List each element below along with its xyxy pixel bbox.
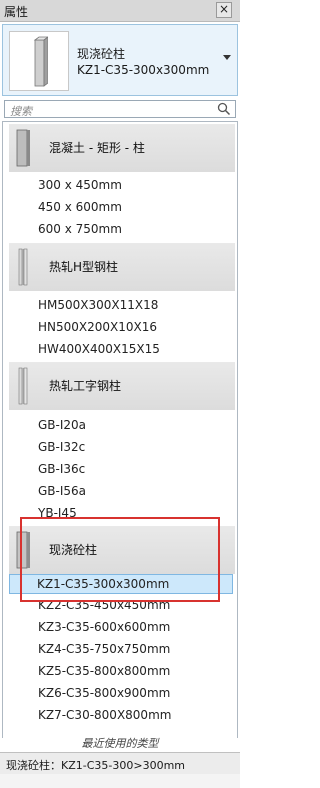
concrete-column-icon bbox=[16, 129, 30, 167]
type-name-label: KZ1-C35-300x300mm bbox=[77, 63, 210, 77]
search-field[interactable]: 搜索 bbox=[4, 100, 236, 118]
list-item[interactable]: GB-I56a bbox=[38, 484, 86, 498]
search-icon[interactable] bbox=[217, 102, 231, 116]
list-item[interactable]: HM500X300X11X18 bbox=[38, 298, 158, 312]
list-item[interactable]: HN500X200X10X16 bbox=[38, 320, 157, 334]
bottom-strip bbox=[0, 774, 240, 788]
list-item[interactable]: GB-I20a bbox=[38, 418, 86, 432]
group-header-concrete-rect: 混凝土 - 矩形 - 柱 bbox=[9, 124, 235, 172]
list-item[interactable]: KZ7-C30-800X800mm bbox=[38, 708, 171, 722]
status-bar: 现浇砼柱：KZ1-C35-300>300mm bbox=[0, 752, 240, 774]
list-item[interactable]: GB-I36c bbox=[38, 462, 85, 476]
properties-title-bar: 属性 × bbox=[0, 0, 240, 22]
i-beam-column-icon bbox=[18, 367, 28, 405]
list-item[interactable]: 450 x 600mm bbox=[38, 200, 122, 214]
type-preview-thumbnail bbox=[9, 31, 69, 91]
chevron-down-icon[interactable] bbox=[223, 55, 231, 60]
group-label: 热轧H型钢柱 bbox=[49, 260, 119, 274]
highlight-annotation-box bbox=[20, 517, 220, 602]
list-item[interactable]: GB-I32c bbox=[38, 440, 85, 454]
list-item[interactable]: HW400X400X15X15 bbox=[38, 342, 160, 356]
list-item[interactable]: KZ4-C35-750x750mm bbox=[38, 642, 170, 656]
h-steel-column-icon bbox=[18, 248, 28, 286]
type-selector[interactable]: 现浇砼柱 KZ1-C35-300x300mm bbox=[2, 24, 238, 96]
panel-title: 属性 bbox=[4, 5, 29, 19]
column-preview-icon bbox=[33, 36, 48, 87]
list-item[interactable]: KZ6-C35-800x900mm bbox=[38, 686, 170, 700]
type-list[interactable]: 混凝土 - 矩形 - 柱 300 x 450mm 450 x 600mm 600… bbox=[2, 121, 238, 738]
list-item[interactable]: 300 x 450mm bbox=[38, 178, 122, 192]
group-header-h-steel: 热轧H型钢柱 bbox=[9, 243, 235, 291]
type-family-label: 现浇砼柱 bbox=[77, 47, 126, 61]
group-header-i-beam: 热轧工字钢柱 bbox=[9, 362, 235, 410]
search-placeholder: 搜索 bbox=[10, 105, 32, 118]
list-item[interactable]: KZ5-C35-800x800mm bbox=[38, 664, 170, 678]
recent-types-label[interactable]: 最近使用的类型 bbox=[3, 735, 237, 751]
close-button[interactable]: × bbox=[216, 2, 232, 18]
group-label: 混凝土 - 矩形 - 柱 bbox=[49, 141, 145, 155]
status-text: 现浇砼柱：KZ1-C35-300>300mm bbox=[6, 759, 186, 772]
group-label: 热轧工字钢柱 bbox=[49, 379, 122, 393]
list-item[interactable]: KZ3-C35-600x600mm bbox=[38, 620, 170, 634]
list-item[interactable]: 600 x 750mm bbox=[38, 222, 122, 236]
